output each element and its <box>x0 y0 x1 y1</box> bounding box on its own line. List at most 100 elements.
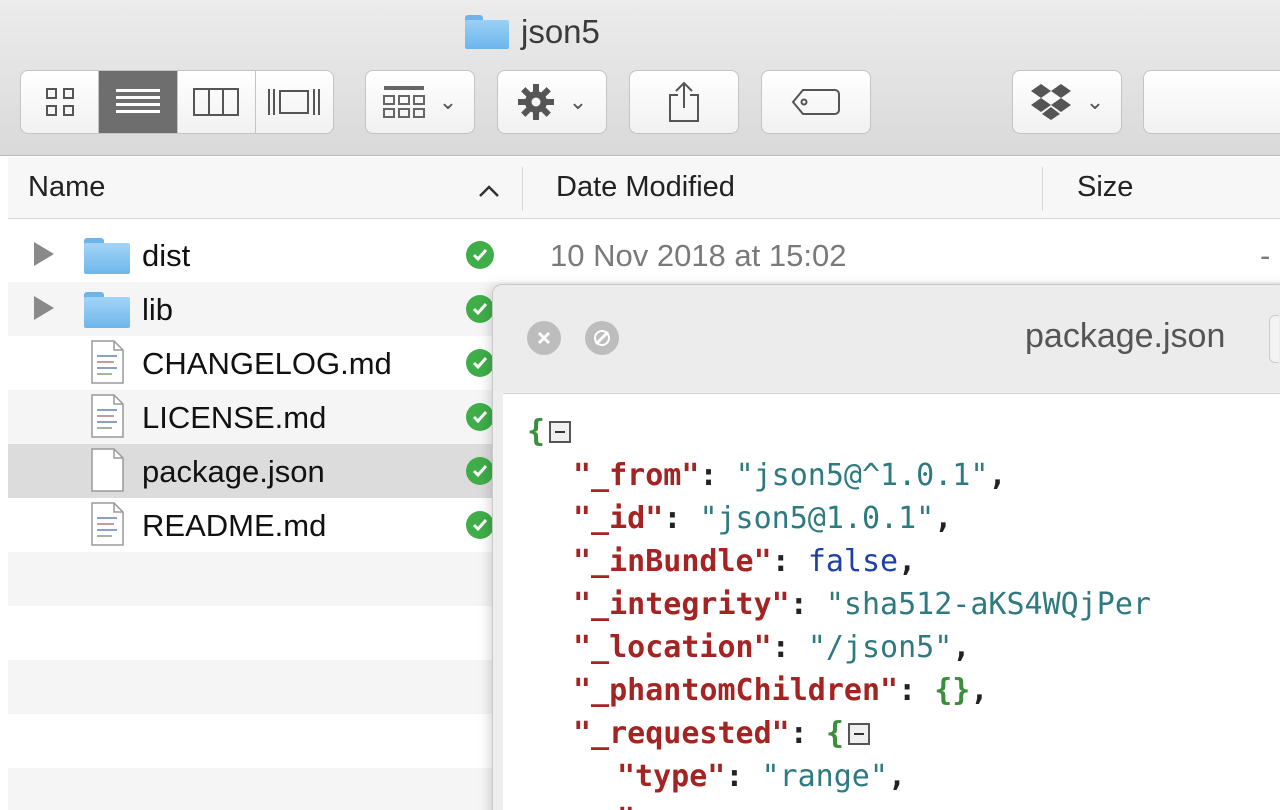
json-value: "json5@1.0.1" <box>699 501 935 536</box>
share-button[interactable] <box>629 70 739 134</box>
json-punct: , <box>934 501 953 536</box>
json-punct: , <box>952 630 971 665</box>
gallery-view-button[interactable] <box>256 71 333 133</box>
sync-check-icon <box>466 403 494 431</box>
chevron-down-icon: ⌄ <box>438 89 458 114</box>
file-size: - <box>1260 238 1271 273</box>
json-line: "_id": "json5@1.0.1", <box>573 501 953 536</box>
gear-icon <box>517 84 554 120</box>
file-name: LICENSE.md <box>142 400 327 435</box>
json-line: "_requested": { <box>573 716 870 751</box>
quicklook-preview-window: package.json { "_from": "json5@^1.0.1", … <box>492 284 1280 810</box>
json-line: "_phantomChildren": {}, <box>573 673 989 708</box>
blank-document-icon <box>91 448 124 492</box>
json-punct: , <box>970 673 989 708</box>
view-mode-segmented-control[interactable] <box>20 70 334 134</box>
file-name: README.md <box>142 508 327 543</box>
dropbox-button[interactable]: ⌄ <box>1012 70 1122 134</box>
folder-icon <box>465 15 509 49</box>
sync-check-icon <box>466 241 494 269</box>
folder-icon <box>84 292 130 328</box>
json-line: "_location": "/json5", <box>573 630 971 665</box>
chevron-down-icon: ⌄ <box>1085 89 1105 114</box>
collapse-toggle-icon[interactable] <box>549 421 572 443</box>
json-key: "_integrity" <box>573 587 790 622</box>
close-button[interactable] <box>527 321 561 355</box>
file-date: 10 Nov 2018 at 15:02 <box>550 238 847 273</box>
json-punct: , <box>887 759 906 794</box>
list-view-button[interactable] <box>99 71 178 133</box>
disclosure-triangle-icon[interactable] <box>34 242 54 266</box>
tag-icon <box>791 89 840 115</box>
group-by-button[interactable]: ⌄ <box>365 70 475 134</box>
json-line-partial: " <box>617 802 635 810</box>
column-view-button[interactable] <box>178 71 256 133</box>
window-toolbar: json5 ⌄ ⌄ ⌄ <box>0 0 1280 156</box>
file-name: package.json <box>142 454 325 489</box>
collapse-toggle-icon[interactable] <box>847 723 870 745</box>
name-column-header[interactable]: Name <box>28 171 105 204</box>
date-modified-column-header[interactable]: Date Modified <box>556 171 735 204</box>
json-key: "_requested" <box>573 716 790 751</box>
file-row-dist[interactable]: dist 10 Nov 2018 at 15:02 - <box>8 228 1280 282</box>
fullscreen-button[interactable] <box>585 321 619 355</box>
share-icon <box>669 81 699 122</box>
sync-check-icon <box>466 295 494 323</box>
json-value: "sha512-aKS4WQjPer <box>825 587 1151 622</box>
json-key: "type" <box>617 759 726 794</box>
json-value: "/json5" <box>807 630 953 665</box>
sync-check-icon <box>466 457 494 485</box>
chevron-down-icon: ⌄ <box>568 89 588 114</box>
gallery-icon <box>268 89 321 115</box>
json-key: "_location" <box>573 630 772 665</box>
json-value: false <box>807 544 899 579</box>
open-with-button[interactable] <box>1269 315 1279 363</box>
json-value: { <box>825 716 844 751</box>
dropbox-icon <box>1030 84 1071 120</box>
json-value: "json5@^1.0.1" <box>735 458 989 493</box>
preview-titlebar: package.json <box>493 285 1280 391</box>
close-icon <box>537 331 551 345</box>
json-key: "_from" <box>573 458 700 493</box>
json-line: "_inBundle": false, <box>573 544 917 579</box>
column-divider[interactable] <box>1042 167 1043 211</box>
json-value: {} <box>934 673 971 708</box>
action-button[interactable]: ⌄ <box>497 70 607 134</box>
window-title-text: json5 <box>521 13 600 50</box>
preview-title: package.json <box>1025 317 1226 355</box>
file-name: CHANGELOG.md <box>142 346 392 381</box>
folder-icon <box>84 238 130 274</box>
sync-check-icon <box>466 511 494 539</box>
json-key: "_phantomChildren" <box>573 673 899 708</box>
icon-view-button[interactable] <box>21 71 100 133</box>
json-viewer: { "_from": "json5@^1.0.1", "_id": "json5… <box>503 393 1280 810</box>
disclosure-triangle-icon[interactable] <box>34 296 54 320</box>
list-icon <box>115 89 160 113</box>
grid-icon <box>45 88 74 116</box>
json-punct: , <box>898 544 917 579</box>
sort-ascending-icon[interactable] <box>478 173 500 206</box>
tags-button[interactable] <box>761 70 871 134</box>
json-value: "range" <box>761 759 888 794</box>
size-column-header[interactable]: Size <box>1077 171 1133 204</box>
document-icon <box>91 502 124 546</box>
column-header: Name Date Modified Size <box>8 157 1280 219</box>
sync-check-icon <box>466 349 494 377</box>
document-icon <box>91 394 124 438</box>
search-field[interactable] <box>1143 70 1280 134</box>
json-root-open: { <box>527 414 572 449</box>
group-icon <box>382 86 425 118</box>
document-icon <box>91 340 124 384</box>
json-key: "_id" <box>573 501 664 536</box>
json-punct: , <box>988 458 1007 493</box>
column-divider[interactable] <box>522 167 523 211</box>
columns-icon <box>193 88 240 116</box>
json-line: "type": "range", <box>617 759 906 794</box>
json-key: "_inBundle" <box>573 544 772 579</box>
file-name: lib <box>142 292 174 327</box>
json-line: "_from": "json5@^1.0.1", <box>573 458 1007 493</box>
fullscreen-icon <box>594 330 610 346</box>
file-name: dist <box>142 238 191 273</box>
json-line: "_integrity": "sha512-aKS4WQjPer <box>573 587 1151 622</box>
window-title: json5 <box>465 12 600 52</box>
